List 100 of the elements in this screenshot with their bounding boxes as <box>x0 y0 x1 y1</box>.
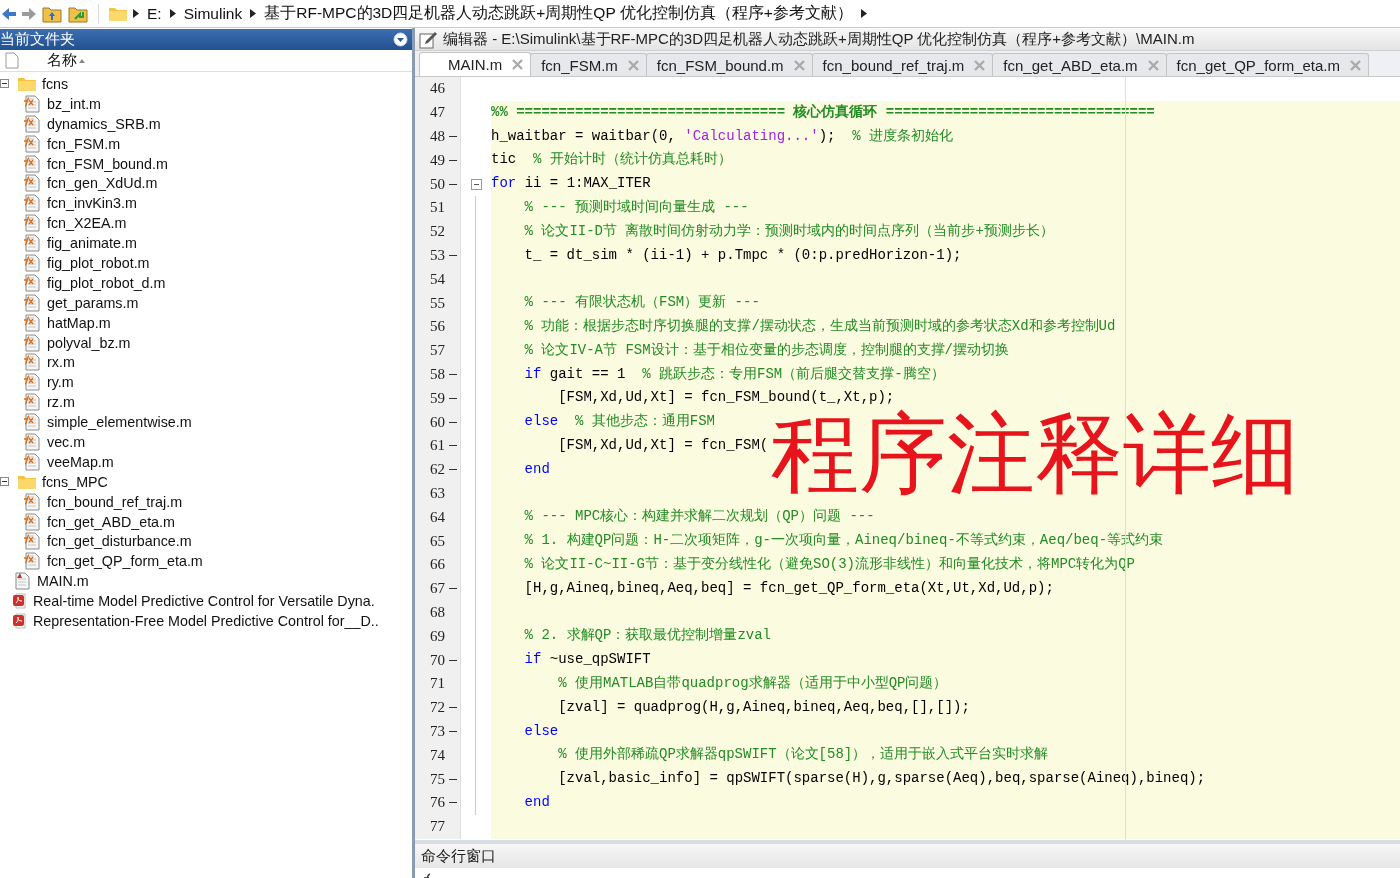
executable-line-marker[interactable] <box>449 421 457 423</box>
pdf-file-icon <box>13 613 27 629</box>
file-name[interactable]: fcn_invKin3.m <box>47 195 137 212</box>
path-arrow-icon[interactable] <box>133 9 139 18</box>
executable-line-marker[interactable] <box>449 183 457 185</box>
file-name[interactable]: fcn_gen_XdUd.m <box>47 175 158 192</box>
file-name[interactable]: simple_elementwise.m <box>47 414 192 431</box>
blank-page-icon <box>5 52 19 69</box>
file-name[interactable]: fcn_X2EA.m <box>47 215 127 232</box>
line-number: 57 <box>429 342 445 360</box>
file-name[interactable]: Representation-Free Model Predictive Control for__D.. <box>33 613 379 629</box>
file-name[interactable]: vec.m <box>47 433 86 450</box>
executable-line-marker[interactable] <box>449 707 457 709</box>
browse-folder-icon[interactable] <box>68 4 88 23</box>
file-name[interactable]: hatMap.m <box>47 314 111 331</box>
file-tab[interactable]: fcn_get_ABD_eta.m <box>992 53 1167 76</box>
up-folder-icon[interactable] <box>42 4 62 23</box>
line-number: 56 <box>429 318 445 336</box>
file-name[interactable]: veeMap.m <box>47 453 114 470</box>
file-name[interactable]: fcn_get_ABD_eta.m <box>47 513 175 530</box>
line-number: 60 <box>429 413 445 431</box>
file-name[interactable]: fcns <box>42 75 69 92</box>
executable-line-marker[interactable] <box>449 373 457 375</box>
executable-line-marker[interactable] <box>449 159 457 161</box>
file-name[interactable]: bz_int.m <box>47 95 102 112</box>
file-name[interactable]: fcn_get_disturbance.m <box>47 533 192 550</box>
executable-line-marker[interactable] <box>449 469 457 471</box>
sort-caret-icon <box>79 58 85 63</box>
executable-line-marker[interactable] <box>449 254 457 256</box>
executable-line-marker[interactable] <box>449 588 457 590</box>
executable-line-marker[interactable] <box>449 445 457 447</box>
file-name[interactable]: fcns_MPC <box>42 473 108 490</box>
file-name[interactable]: get_params.m <box>47 294 139 311</box>
line-number: 63 <box>429 484 445 502</box>
executable-line-marker[interactable] <box>449 730 457 732</box>
line-number: 64 <box>429 508 445 526</box>
function-file-icon <box>23 273 41 292</box>
line-number: 69 <box>429 627 445 645</box>
line-number: 62 <box>429 461 445 479</box>
panel-title: 当前文件夹 <box>0 30 75 49</box>
path-segment[interactable]: 基于RF-MPC的3D四足机器人动态跳跃+周期性QP 优化控制仿真（程序+参考文献） <box>262 3 855 24</box>
line-number: 47 <box>429 104 445 122</box>
line-number: 58 <box>429 365 445 383</box>
file-tab[interactable]: MAIN.m <box>419 52 532 76</box>
file-name[interactable]: rx.m <box>47 354 75 371</box>
collapse-toggle-icon[interactable] <box>0 477 9 487</box>
forward-arrow-icon[interactable] <box>22 6 36 21</box>
collapse-toggle-icon[interactable] <box>0 79 9 89</box>
panel-menu-icon[interactable] <box>393 32 408 47</box>
line-number: 68 <box>429 603 445 621</box>
file-name[interactable]: ry.m <box>47 374 74 391</box>
folder-icon <box>18 474 36 490</box>
file-name[interactable]: Real-time Model Predictive Control for Versatile Dyna. <box>33 593 375 610</box>
column-header[interactable]: 名称 <box>0 50 412 72</box>
function-file-icon <box>23 253 41 272</box>
file-name[interactable]: fcn_FSM_bound.m <box>47 155 168 172</box>
file-name[interactable]: fcn_bound_ref_traj.m <box>47 493 183 510</box>
executable-line-marker[interactable] <box>449 136 457 137</box>
file-tab[interactable]: fcn_bound_ref_traj.m <box>811 53 994 76</box>
file-tab[interactable]: fcn_FSM.m <box>530 53 647 76</box>
executable-line-marker[interactable] <box>449 659 457 661</box>
file-name[interactable]: fcn_get_QP_form_eta.m <box>47 553 203 570</box>
executable-line-marker[interactable] <box>449 778 457 780</box>
folder-icon <box>109 6 127 21</box>
function-file-icon <box>23 234 41 253</box>
collapse-toggle-icon[interactable] <box>470 178 482 190</box>
function-file-icon <box>23 532 41 551</box>
path-segment[interactable]: E: <box>145 4 164 23</box>
line-number: 70 <box>429 651 445 669</box>
file-name[interactable]: MAIN.m <box>37 573 89 590</box>
folder-icon <box>18 76 36 92</box>
line-number: 76 <box>429 794 445 812</box>
file-name[interactable]: fig_animate.m <box>47 235 137 252</box>
file-name[interactable]: fig_plot_robot.m <box>47 254 150 271</box>
path-arrow-icon[interactable] <box>169 9 176 18</box>
path-arrow-icon[interactable] <box>250 9 257 18</box>
line-number: 48 <box>429 128 445 145</box>
file-name[interactable]: fig_plot_robot_d.m <box>47 274 166 291</box>
file-name[interactable]: polyval_bz.m <box>47 334 131 351</box>
line-number: 51 <box>429 199 445 217</box>
path-arrow-icon[interactable] <box>860 9 867 18</box>
function-file-icon <box>23 353 41 372</box>
line-number: 75 <box>429 770 445 788</box>
file-name[interactable]: fcn_FSM.m <box>47 135 121 152</box>
function-file-icon <box>23 94 41 113</box>
file-tab[interactable]: fcn_FSM_bound.m <box>645 53 813 76</box>
function-file-icon <box>23 393 41 412</box>
function-file-icon <box>23 154 41 173</box>
function-file-icon <box>23 313 41 332</box>
executable-line-marker[interactable] <box>449 802 457 804</box>
back-arrow-icon[interactable] <box>2 6 16 21</box>
function-file-icon <box>23 512 41 531</box>
function-file-icon <box>23 194 41 213</box>
file-name[interactable]: dynamics_SRB.m <box>47 115 161 132</box>
file-name[interactable]: rz.m <box>47 394 75 411</box>
executable-line-marker[interactable] <box>449 397 457 399</box>
path-segment[interactable]: Simulink <box>181 4 245 23</box>
function-file-icon <box>23 452 41 471</box>
file-tab[interactable]: fcn_get_QP_form_eta.m <box>1165 53 1370 76</box>
line-number: 53 <box>429 246 445 264</box>
